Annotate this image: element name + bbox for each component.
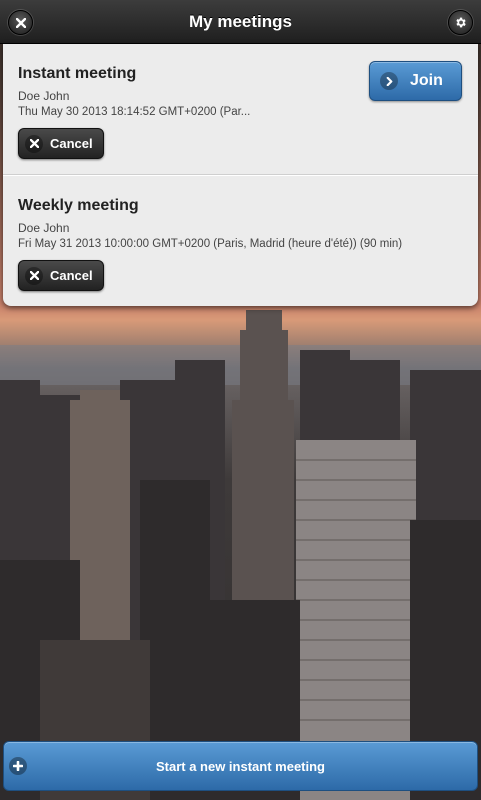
close-button[interactable] <box>8 10 33 35</box>
plus-icon <box>9 757 27 775</box>
meeting-item: Weekly meeting Doe John Fri May 31 2013 … <box>3 175 478 306</box>
cancel-button[interactable]: Cancel <box>18 260 104 291</box>
settings-button[interactable] <box>448 10 473 35</box>
meeting-title: Instant meeting <box>18 65 137 82</box>
start-meeting-label: Start a new instant meeting <box>155 758 326 774</box>
meeting-item: Instant meeting Doe John Thu May 30 2013… <box>3 44 478 175</box>
meeting-title: Weekly meeting <box>18 197 139 214</box>
cancel-button[interactable]: Cancel <box>18 128 104 159</box>
meeting-date: Fri May 31 2013 10:00:00 GMT+0200 (Paris… <box>18 238 403 250</box>
arrow-right-icon <box>380 72 398 90</box>
start-instant-meeting-button[interactable]: Start a new instant meeting <box>3 741 478 791</box>
join-button[interactable]: Join <box>369 61 462 101</box>
gear-icon <box>456 17 466 28</box>
meeting-owner: Doe John <box>18 89 70 103</box>
app-header: My meetings <box>0 0 481 44</box>
cancel-label: Cancel <box>50 136 93 151</box>
close-icon <box>15 17 26 28</box>
join-label: Join <box>410 72 443 89</box>
close-icon <box>25 266 43 285</box>
page-title: My meetings <box>189 11 292 31</box>
meeting-owner: Doe John <box>18 221 70 235</box>
close-icon <box>25 134 43 153</box>
meeting-date: Thu May 30 2013 18:14:52 GMT+0200 (Par..… <box>18 106 251 118</box>
cancel-label: Cancel <box>50 268 93 283</box>
meetings-panel: Instant meeting Doe John Thu May 30 2013… <box>3 44 478 306</box>
